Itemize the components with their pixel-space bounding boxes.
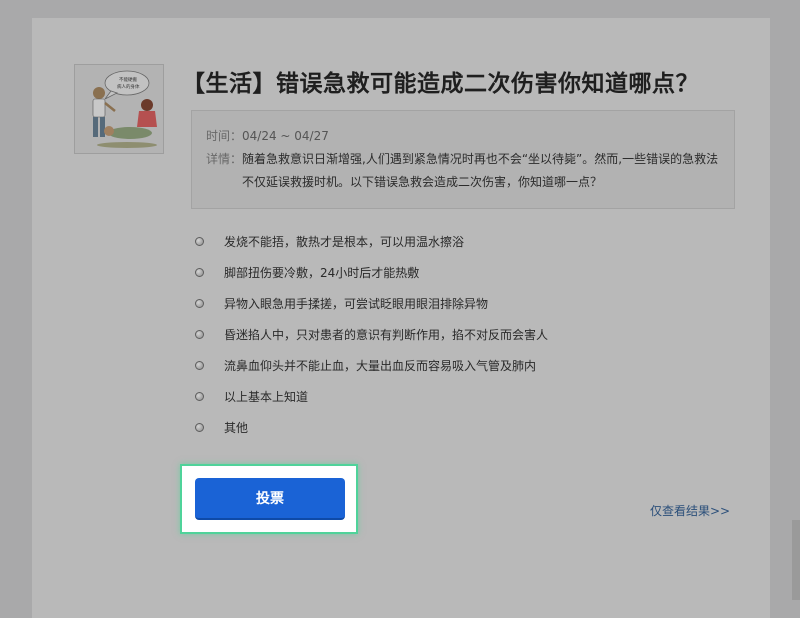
poll-option[interactable]: 流鼻血仰头并不能止血，大量出血反而容易吸入气管及肺内 [195, 350, 548, 381]
option-label: 脚部扭伤要冷敷，24小时后才能热敷 [224, 266, 420, 280]
option-label: 发烧不能捂，散热才是根本，可以用温水擦浴 [224, 235, 465, 249]
poll-detail-row: 详情： 随着急救意识日渐增强,人们遇到紧急情况时再也不会“坐以待毙”。然而,一些… [206, 148, 720, 194]
first-aid-illustration-icon: 不能硬搬 病人的身体 [75, 65, 163, 153]
option-label: 流鼻血仰头并不能止血，大量出血反而容易吸入气管及肺内 [224, 359, 537, 373]
poll-option[interactable]: 以上基本上知道 [195, 381, 548, 412]
detail-text: 随着急救意识日渐增强,人们遇到紧急情况时再也不会“坐以待毙”。然而,一些错误的急… [242, 152, 719, 189]
poll-option[interactable]: 发烧不能捂，散热才是根本，可以用温水擦浴 [195, 226, 548, 257]
radio-button[interactable] [195, 392, 204, 401]
poll-info-box: 时间： 04/24 ~ 04/27 详情： 随着急救意识日渐增强,人们遇到紧急情… [191, 110, 735, 209]
poll-time-row: 时间： 04/24 ~ 04/27 [206, 125, 720, 148]
poll-options: 发烧不能捂，散热才是根本，可以用温水擦浴 脚部扭伤要冷敷，24小时后才能热敷 异… [195, 226, 548, 443]
option-label: 其他 [224, 421, 249, 435]
poll-title: 【生活】错误急救可能造成二次伤害你知道哪点？ [182, 71, 699, 97]
poll-option[interactable]: 脚部扭伤要冷敷，24小时后才能热敷 [195, 257, 548, 288]
view-results-link[interactable]: 仅查看结果>> [650, 502, 730, 519]
radio-button[interactable] [195, 361, 204, 370]
poll-option[interactable]: 其他 [195, 412, 548, 443]
radio-button[interactable] [195, 237, 204, 246]
thumbnail-caption-line-1: 不能硬搬 [119, 76, 137, 83]
radio-button[interactable] [195, 299, 204, 308]
time-value: 04/24 ~ 04/27 [242, 129, 329, 143]
vote-button-highlight: 投票 [180, 464, 358, 534]
option-label: 异物入眼急用手揉搓，可尝试眨眼用眼泪排除异物 [224, 297, 489, 311]
vote-button[interactable]: 投票 [195, 478, 345, 520]
option-label: 昏迷掐人中，只对患者的意识有判断作用，掐不对反而会害人 [224, 328, 549, 342]
poll-card: 不能硬搬 病人的身体 【生活】错误急救可能造成二次伤害你知道哪点？ 时间： 04… [32, 18, 770, 618]
radio-button[interactable] [195, 268, 204, 277]
option-label: 以上基本上知道 [224, 390, 309, 404]
poll-option[interactable]: 昏迷掐人中，只对患者的意识有判断作用，掐不对反而会害人 [195, 319, 548, 350]
thumbnail-caption-line-2: 病人的身体 [117, 83, 140, 90]
time-label: 时间： [206, 129, 243, 143]
radio-button[interactable] [195, 330, 204, 339]
detail-label: 详情： [206, 152, 243, 166]
scroll-edge [792, 520, 800, 600]
radio-button[interactable] [195, 423, 204, 432]
poll-thumbnail: 不能硬搬 病人的身体 [74, 64, 164, 154]
poll-option[interactable]: 异物入眼急用手揉搓，可尝试眨眼用眼泪排除异物 [195, 288, 548, 319]
